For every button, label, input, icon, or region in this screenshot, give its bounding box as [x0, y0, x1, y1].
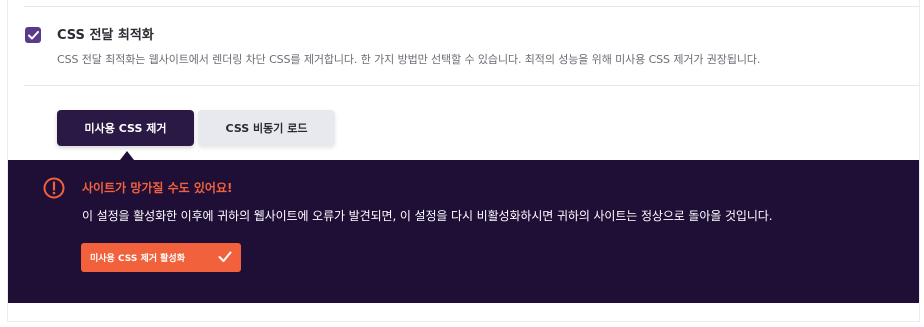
tab-load-css-async[interactable]: CSS 비동기 로드 [198, 110, 335, 146]
activate-remove-unused-css-button[interactable]: 미사용 CSS 제거 활성화 [81, 243, 241, 272]
option-title: CSS 전달 최적화 [57, 28, 154, 43]
warning-title: 사이트가 망가질 수도 있어요! [82, 181, 233, 195]
warning-box: 사이트가 망가질 수도 있어요! 이 설정을 활성화한 이후에 귀하의 웹사이트… [8, 160, 919, 303]
option-description: CSS 전달 최적화는 웹사이트에서 렌더링 차단 CSS를 제거합니다. 한 … [57, 53, 761, 66]
active-tab-caret [120, 151, 134, 160]
checkmark-icon [27, 30, 39, 39]
activate-button-label: 미사용 CSS 제거 활성화 [90, 254, 185, 264]
top-divider [24, 6, 919, 7]
tab-remove-unused-css[interactable]: 미사용 CSS 제거 [57, 110, 194, 146]
checkmark-icon [218, 251, 232, 262]
css-delivery-checkbox[interactable] [25, 27, 41, 43]
warning-description: 이 설정을 활성화한 이후에 귀하의 웹사이트에 오류가 발견되면, 이 설정을… [82, 209, 773, 223]
section-divider [24, 85, 919, 86]
settings-panel: CSS 전달 최적화 CSS 전달 최적화는 웹사이트에서 렌더링 차단 CSS… [7, 0, 920, 322]
exclamation-circle-icon [43, 177, 65, 199]
